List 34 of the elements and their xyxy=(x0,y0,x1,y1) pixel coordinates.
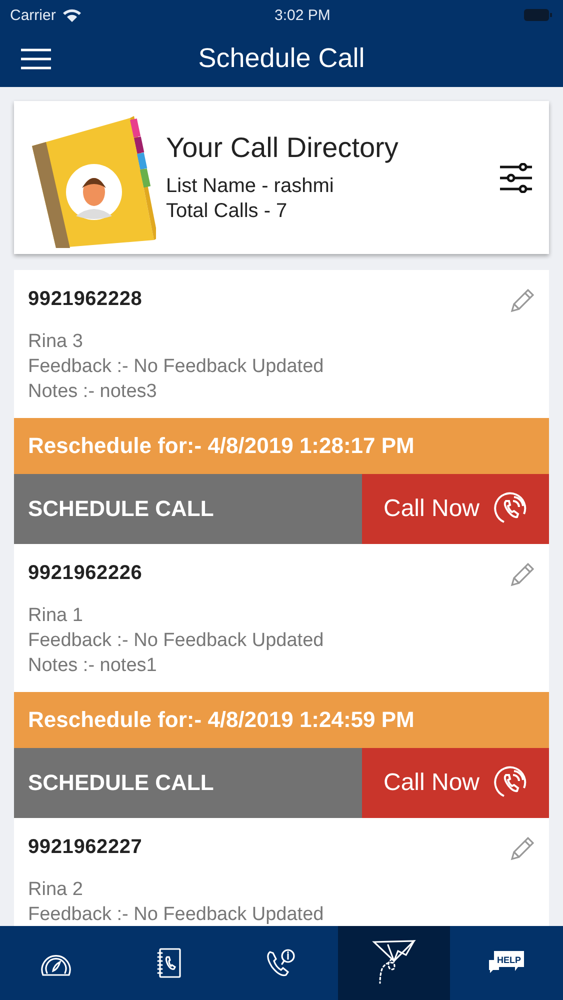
feedback-text: Feedback :- No Feedback Updated xyxy=(28,903,325,926)
schedule-call-button[interactable]: SCHEDULE CALL xyxy=(14,474,362,544)
notes-text: Notes :- notes1 xyxy=(28,654,158,678)
reschedule-bar: Reschedule for:- 4/8/2019 1:24:59 PM xyxy=(14,692,549,748)
tab-bar-item[interactable]: HELP xyxy=(450,926,563,1000)
list-name: List Name - rashmi xyxy=(166,174,335,198)
address-book-icon xyxy=(156,948,182,978)
tab-bar-item[interactable] xyxy=(338,926,450,1000)
reschedule-bar: Reschedule for:- 4/8/2019 1:28:17 PM xyxy=(14,418,549,474)
clock-time: 3:02 PM xyxy=(274,6,330,24)
feedback-text: Feedback :- No Feedback Updated xyxy=(28,355,325,379)
carrier-name: Carrier xyxy=(10,6,56,24)
contact-name: Rina 1 xyxy=(28,604,84,628)
wifi-icon xyxy=(62,8,82,22)
notes-text: Notes :- notes3 xyxy=(28,380,158,404)
phone-number: 9921962226 xyxy=(28,562,142,585)
schedule-call-button[interactable]: SCHEDULE CALL xyxy=(14,748,362,818)
edit-pencil-icon[interactable] xyxy=(509,288,535,314)
total-calls: Total Calls - 7 xyxy=(166,198,288,224)
screen-title: Schedule Call xyxy=(198,43,365,74)
phone-number: 9921962227 xyxy=(28,836,142,859)
phone-number: 9921962228 xyxy=(28,288,142,311)
call-now-button[interactable]: Call Now xyxy=(362,474,549,544)
directory-title: Your Call Directory xyxy=(166,132,400,164)
edit-pencil-icon[interactable] xyxy=(509,562,535,588)
call-now-button[interactable]: Call Now xyxy=(362,748,549,818)
battery-icon xyxy=(523,8,553,22)
filter-sliders-icon[interactable] xyxy=(499,162,533,192)
contact-name: Rina 2 xyxy=(28,878,84,902)
menu-icon[interactable] xyxy=(20,48,52,70)
contact-name: Rina 3 xyxy=(28,330,84,354)
phone-info-icon xyxy=(265,948,298,978)
edit-pencil-icon[interactable] xyxy=(509,836,535,862)
feedback-text: Feedback :- No Feedback Updated xyxy=(28,629,325,653)
